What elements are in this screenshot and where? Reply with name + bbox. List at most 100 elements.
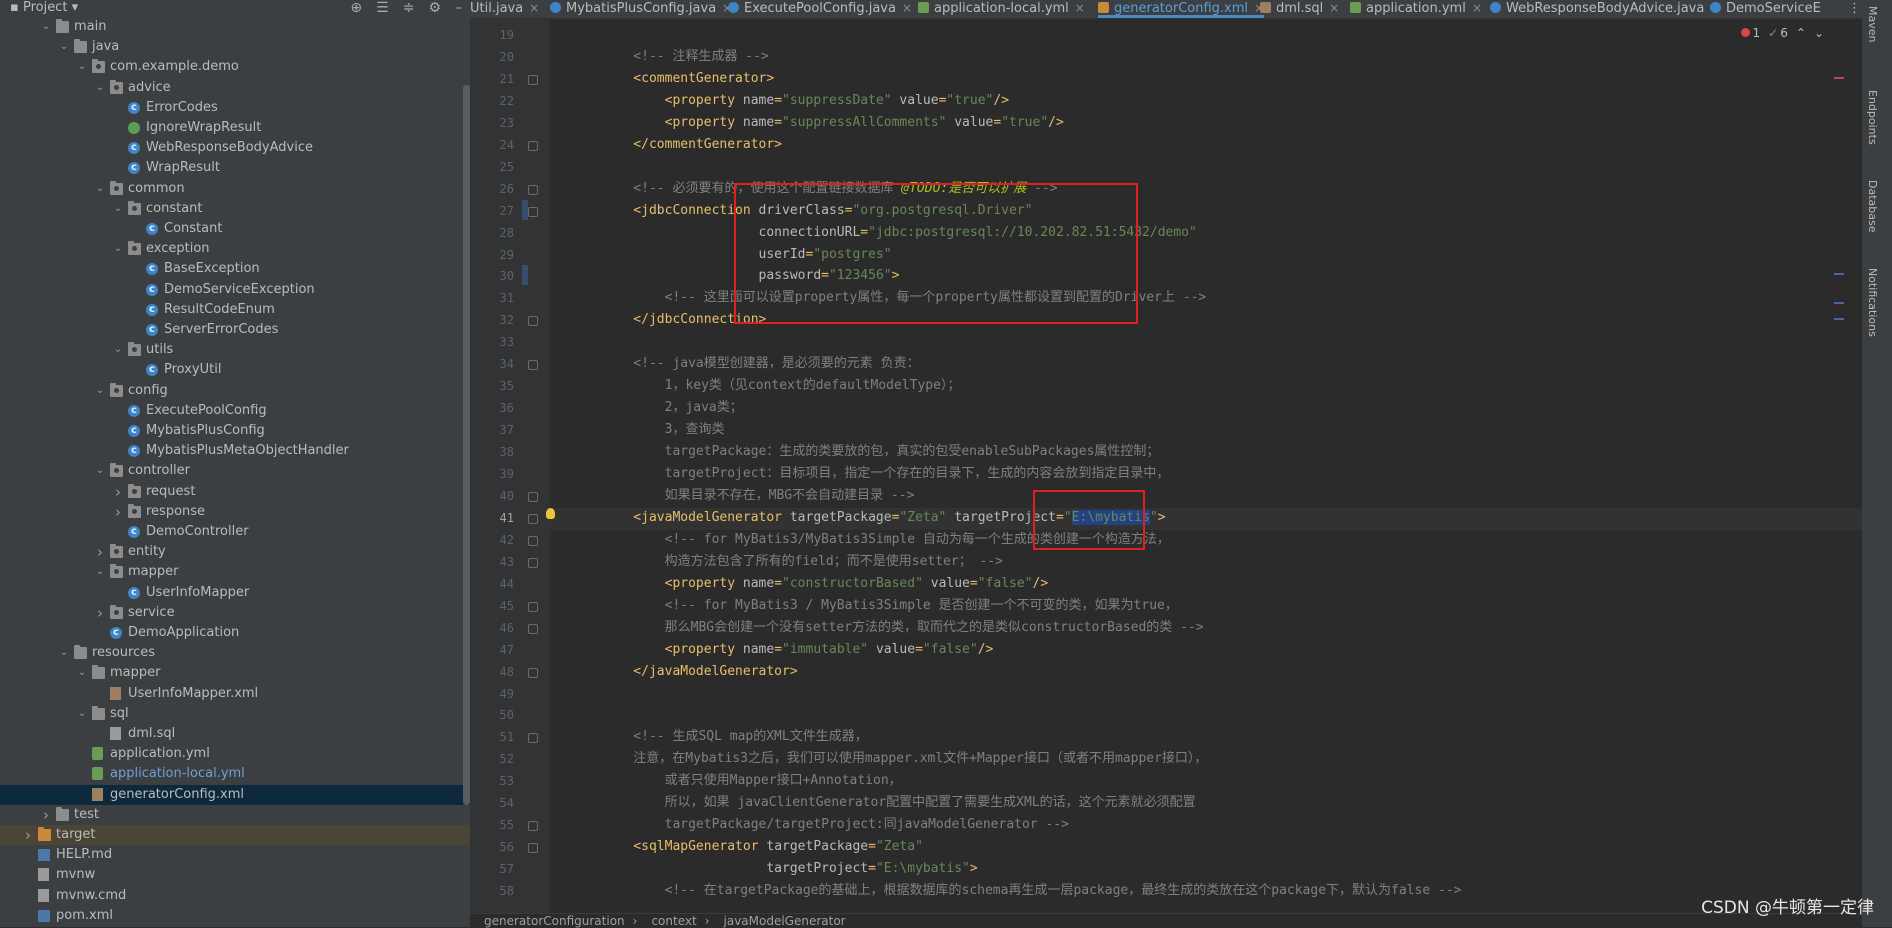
tree-item[interactable]: ⌄ common xyxy=(0,179,470,199)
code-line[interactable]: targetProject：目标项目，指定一个存在的目录下，生成的内容会放到指定… xyxy=(602,463,1170,485)
tree-item[interactable]: ⌄ java xyxy=(0,37,470,57)
prev-highlight-icon[interactable]: ⌃ xyxy=(1796,26,1806,40)
fold-marker-icon[interactable] xyxy=(528,360,538,371)
code-line[interactable]: targetPackage/targetProject:同javaModelGe… xyxy=(602,814,1069,836)
tree-item[interactable]: › test xyxy=(0,805,470,825)
code-line[interactable]: <property name="immutable" value="false"… xyxy=(602,639,994,661)
editor-scrollbar[interactable] xyxy=(1832,20,1844,913)
tree-item[interactable]: ⌄ config xyxy=(0,381,470,401)
editor-tab[interactable]: dml.sql × xyxy=(1260,0,1339,18)
tree-item[interactable]: ⌄ controller xyxy=(0,461,470,481)
editor-tab[interactable]: DemoServiceE xyxy=(1710,0,1821,18)
code-line[interactable]: 或者只使用Mapper接口+Annotation， xyxy=(602,770,902,792)
fold-marker-icon[interactable] xyxy=(528,184,538,195)
collapse-all-icon[interactable]: ≑ xyxy=(403,0,415,16)
fold-marker-icon[interactable] xyxy=(528,74,538,85)
tree-item[interactable]: ⌄ main xyxy=(0,17,470,37)
tree-item[interactable]: ⌄ sql xyxy=(0,704,470,724)
tree-item[interactable]: application-local.yml xyxy=(0,764,470,784)
tree-item[interactable]: › target xyxy=(0,825,470,845)
locate-icon[interactable]: ⊕ xyxy=(350,0,362,16)
tree-item[interactable]: pom.xml xyxy=(0,906,470,926)
chevron-down-icon[interactable]: ⌄ xyxy=(40,17,52,37)
chevron-right-icon[interactable]: › xyxy=(112,482,124,502)
code-line[interactable]: <!-- for MyBatis3 / MyBatis3Simple 是否创建一… xyxy=(602,595,1178,617)
tree-item[interactable]: application.yml xyxy=(0,744,470,764)
tree-item[interactable]: WrapResult xyxy=(0,158,470,178)
tree-item[interactable]: › service xyxy=(0,603,470,623)
tree-item[interactable]: ProxyUtil xyxy=(0,360,470,380)
tree-item[interactable]: ⌄ utils xyxy=(0,340,470,360)
tree-item[interactable]: BaseException xyxy=(0,259,470,279)
fold-marker-icon[interactable] xyxy=(528,140,538,151)
breadcrumb-item[interactable]: context xyxy=(651,914,696,928)
code-line[interactable]: 构造方法包含了所有的field；而不是使用setter； --> xyxy=(602,551,1003,573)
chevron-down-icon[interactable]: ⌄ xyxy=(76,663,88,683)
breadcrumb-item[interactable]: generatorConfiguration xyxy=(484,914,625,928)
database-tool-button[interactable]: Database xyxy=(1866,180,1879,233)
code-line[interactable]: </javaModelGenerator> xyxy=(602,661,797,683)
code-line[interactable]: 2，java类； xyxy=(602,397,743,419)
code-line[interactable]: targetPackage：生成的类要放的包，真实的包受enableSubPac… xyxy=(602,441,1160,463)
code-line[interactable]: <!-- 注释生成器 --> xyxy=(602,46,768,68)
code-line[interactable]: <property name="suppressDate" value="tru… xyxy=(602,90,1009,112)
code-line[interactable]: targetProject="E:\mybatis"> xyxy=(602,858,977,880)
chevron-down-icon[interactable]: ⌄ xyxy=(112,340,124,360)
editor-tab[interactable]: WebResponseBodyAdvice.java× xyxy=(1490,0,1720,18)
change-marker[interactable] xyxy=(1834,302,1844,304)
error-marker[interactable] xyxy=(1834,77,1844,79)
tree-item[interactable]: MybatisPlusConfig xyxy=(0,421,470,441)
editor-tab[interactable]: Util.java × xyxy=(470,0,539,18)
tree-item[interactable]: › request xyxy=(0,482,470,502)
tree-item[interactable]: DemoServiceException xyxy=(0,280,470,300)
chevron-right-icon[interactable]: › xyxy=(22,825,34,845)
intention-bulb-icon[interactable] xyxy=(546,508,555,519)
tree-item[interactable]: dml.sql xyxy=(0,724,470,744)
fold-marker-icon[interactable] xyxy=(528,557,538,568)
tree-item[interactable]: ServerErrorCodes xyxy=(0,320,470,340)
close-tab-icon[interactable]: × xyxy=(1472,1,1482,15)
tree-item[interactable]: ResultCodeEnum xyxy=(0,300,470,320)
code-line[interactable]: <!-- 在targetPackage的基础上，根据数据库的schema再生成一… xyxy=(602,880,1462,902)
close-tab-icon[interactable]: × xyxy=(1075,1,1085,15)
code-line[interactable]: <property name="suppressAllComments" val… xyxy=(602,112,1064,134)
close-tab-icon[interactable]: × xyxy=(529,1,539,15)
expand-all-icon[interactable]: ☰ xyxy=(376,0,389,16)
chevron-down-icon[interactable]: ⌄ xyxy=(112,199,124,219)
tree-item[interactable]: IgnoreWrapResult xyxy=(0,118,470,138)
chevron-down-icon[interactable]: ⌄ xyxy=(94,179,106,199)
maven-tool-button[interactable]: Maven xyxy=(1866,6,1879,42)
vcs-change-marker[interactable] xyxy=(522,199,528,220)
chevron-down-icon[interactable]: ⌄ xyxy=(112,239,124,259)
code-line[interactable]: 注意，在Mybatis3之后，我们可以使用mapper.xml文件+Mapper… xyxy=(602,748,1207,770)
tree-item[interactable]: ErrorCodes xyxy=(0,98,470,118)
code-line[interactable]: </commentGenerator> xyxy=(602,134,782,156)
more-tabs-icon[interactable]: ⋮ xyxy=(1848,0,1861,18)
fold-marker-icon[interactable] xyxy=(528,843,538,854)
tree-item[interactable]: mvnw xyxy=(0,865,470,885)
tree-item[interactable]: UserInfoMapper.xml xyxy=(0,684,470,704)
tree-item[interactable]: Constant xyxy=(0,219,470,239)
fold-marker-icon[interactable] xyxy=(528,316,538,327)
code-line[interactable]: <sqlMapGenerator targetPackage="Zeta" xyxy=(602,836,923,858)
chevron-right-icon[interactable]: › xyxy=(94,542,106,562)
tree-item[interactable]: ⌄ resources xyxy=(0,643,470,663)
chevron-down-icon[interactable]: ⌄ xyxy=(76,704,88,724)
chevron-down-icon[interactable]: ⌄ xyxy=(94,562,106,582)
code-line[interactable]: 那么MBG会创建一个没有setter方法的类，取而代之的是类似construct… xyxy=(602,617,1204,639)
tree-item[interactable]: DemoController xyxy=(0,522,470,542)
tree-item[interactable]: ⌄ com.example.demo xyxy=(0,57,470,77)
tree-item[interactable]: ⌄ exception xyxy=(0,239,470,259)
gear-icon[interactable]: ⚙ xyxy=(428,0,441,16)
tree-item[interactable]: mvnw.cmd xyxy=(0,886,470,906)
tree-item[interactable]: › entity xyxy=(0,542,470,562)
code-line[interactable]: 3，查询类 xyxy=(602,419,725,441)
chevron-right-icon[interactable]: › xyxy=(112,502,124,522)
chevron-down-icon[interactable]: ⌄ xyxy=(58,643,70,663)
code-line[interactable]: 1，key类（见context的defaultModelType）； xyxy=(602,375,961,397)
chevron-down-icon[interactable]: ⌄ xyxy=(76,57,88,77)
inspection-widget[interactable]: 1 ✓ 6 ⌃ ⌄ xyxy=(1740,26,1824,40)
fold-marker-icon[interactable] xyxy=(528,513,538,524)
tree-item[interactable]: generatorConfig.xml xyxy=(0,784,470,805)
next-highlight-icon[interactable]: ⌄ xyxy=(1814,26,1824,40)
